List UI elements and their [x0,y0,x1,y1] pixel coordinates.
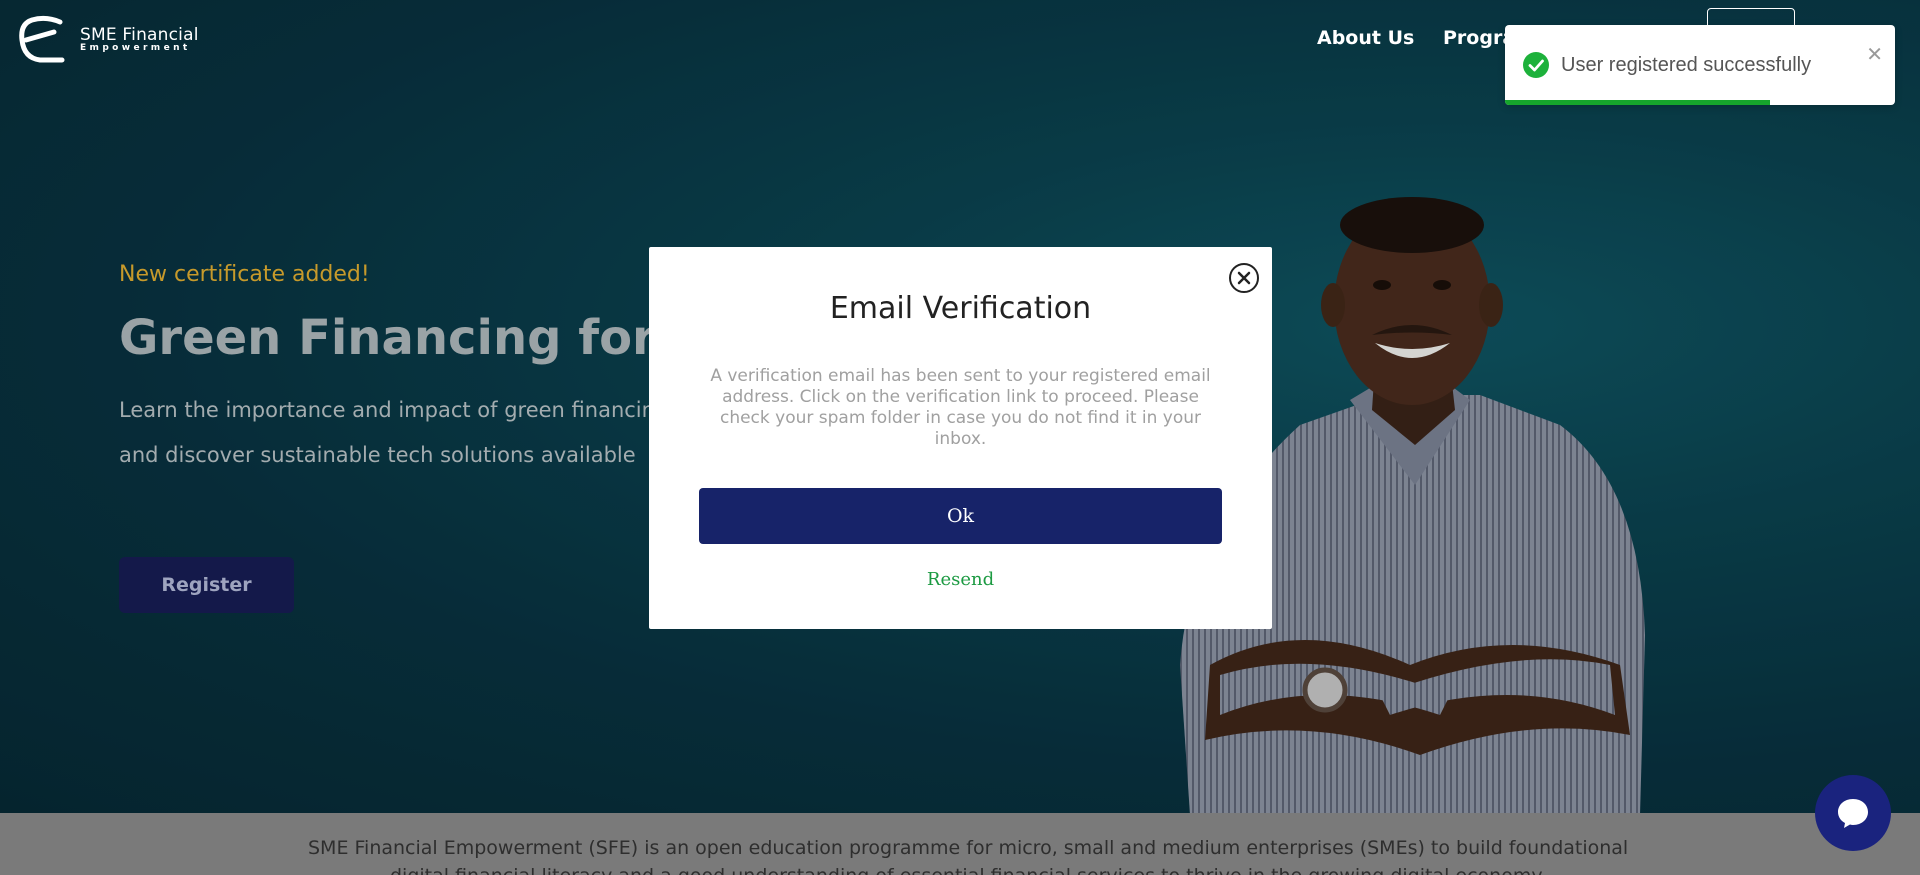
modal-title: Email Verification [829,291,1092,326]
ok-button[interactable]: Ok [699,488,1222,544]
toast-message: User registered successfully [1561,54,1812,76]
modal-message: A verification email has been sent to yo… [710,366,1211,449]
logo-subtitle: Empowerment [80,43,191,54]
chat-button[interactable] [1815,775,1891,851]
site-logo[interactable]: SME Financial Empowerment [16,14,199,66]
circle-x-icon [1237,271,1251,285]
register-button[interactable]: Register [119,557,294,613]
hero-eyebrow: New certificate added! [119,262,370,287]
hero-lead: Learn the importance and impact of green… [119,388,649,478]
hero-lead-line-1: Learn the importance and impact of green… [119,398,649,422]
hero-headline: Green Financing for SMEs [119,310,679,366]
toast-close-button[interactable]: ✕ [1866,42,1883,66]
nav-about-us[interactable]: About Us [1317,27,1414,49]
intro-section: SME Financial Empowerment (SFE) is an op… [0,813,1920,875]
chat-bubble-icon [1838,799,1868,828]
logo-text: SME Financial Empowerment [80,26,199,55]
success-toast: User registered successfully ✕ [1505,25,1895,105]
logo-mark-icon [19,15,65,63]
modal-close-button[interactable] [1229,263,1259,293]
hero-lead-line-2: and discover sustainable tech solutions … [119,443,636,467]
intro-line-2: digital financial literacy and a good un… [390,865,1690,875]
intro-line-1: SME Financial Empowerment (SFE) is an op… [308,837,1629,859]
resend-link[interactable]: Resend [649,569,1272,590]
logo-title: SME Financial [80,24,199,45]
email-verification-modal: Email Verification A verification email … [649,247,1272,629]
check-circle-icon [1523,52,1549,78]
toast-progress-bar [1505,100,1771,105]
